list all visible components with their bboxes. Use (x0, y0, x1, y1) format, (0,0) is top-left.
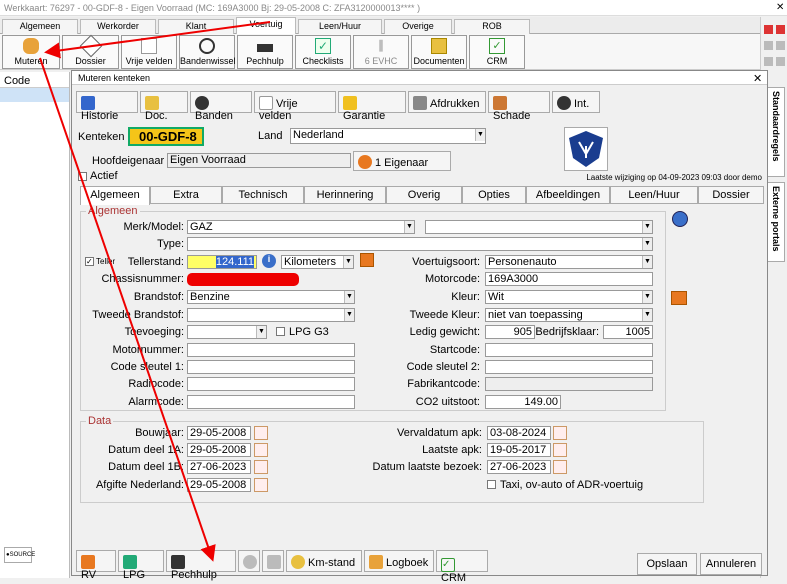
arrow-to-pechhulp (39, 57, 216, 562)
arrow-to-muteren (44, 21, 271, 59)
annotation-arrows (39, 21, 271, 562)
